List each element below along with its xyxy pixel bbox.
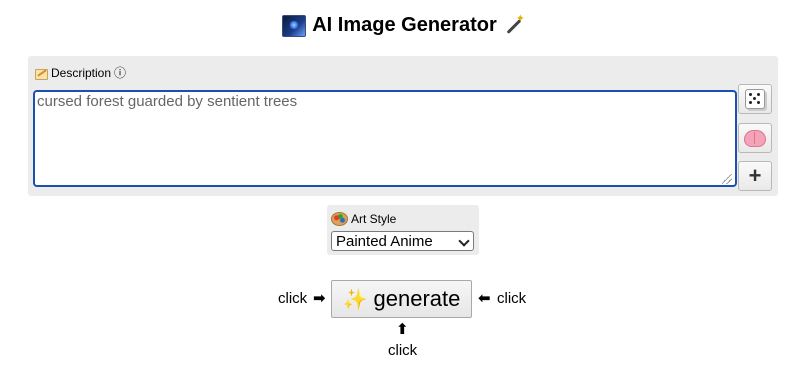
art-style-panel: Art Style Painted Anime — [327, 205, 479, 255]
chevron-down-icon — [458, 235, 470, 247]
arrow-right-icon: ➡ — [313, 290, 326, 307]
arrow-up-icon: ⬆ — [396, 321, 409, 338]
arrow-left-icon: ⬅ — [478, 290, 491, 307]
art-style-label: Art Style — [331, 212, 396, 226]
art-style-selected-value: Painted Anime — [336, 232, 433, 250]
random-prompt-button[interactable] — [738, 84, 772, 114]
description-label: Description ⓘ — [34, 64, 126, 81]
sparkles-icon: ✨ — [342, 288, 368, 311]
hint-right-text: click — [497, 290, 527, 307]
resize-handle[interactable] — [722, 174, 732, 184]
description-label-text: Description — [51, 65, 112, 80]
hint-bottom-text: click — [388, 342, 418, 359]
art-style-select[interactable]: Painted Anime — [331, 231, 474, 251]
generate-button[interactable]: ✨ generate — [331, 280, 472, 318]
plus-icon: + — [748, 163, 762, 188]
info-icon[interactable]: ⓘ — [114, 64, 126, 81]
page: AI Image Generator Description ⓘ cursed … — [0, 0, 807, 373]
night-sky-icon — [282, 14, 307, 37]
memo-icon — [34, 67, 48, 80]
palette-icon — [331, 212, 348, 226]
dice-icon — [745, 89, 765, 109]
generate-label: generate — [373, 286, 461, 311]
page-title-text: AI Image Generator — [312, 14, 497, 36]
description-input[interactable]: cursed forest guarded by sentient trees — [33, 90, 737, 187]
add-button[interactable]: + — [738, 161, 772, 191]
description-panel: Description ⓘ cursed forest guarded by s… — [28, 56, 778, 196]
enhance-prompt-button[interactable] — [738, 123, 772, 153]
magic-wand-icon — [503, 12, 525, 37]
page-title: AI Image Generator — [0, 12, 807, 37]
art-style-label-text: Art Style — [351, 212, 397, 226]
brain-icon — [744, 129, 766, 147]
hint-left-text: click — [278, 290, 308, 307]
